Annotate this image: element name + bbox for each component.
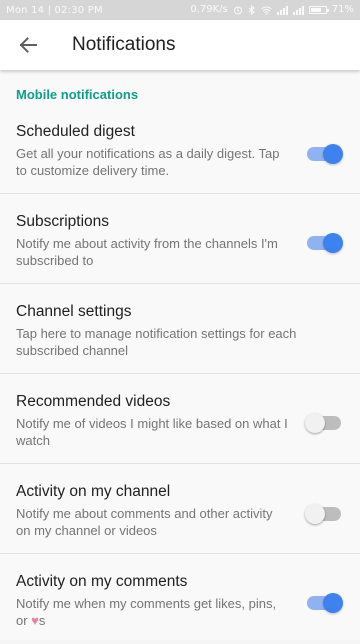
section-header: Mobile notifications xyxy=(16,87,139,102)
toggle-knob xyxy=(305,504,325,524)
network-speed: 0.79K/s xyxy=(190,4,228,15)
setting-title: Channel settings xyxy=(16,303,132,320)
setting-channel-settings[interactable]: Channel settings Tap here to manage noti… xyxy=(0,284,360,374)
status-icons: 0.79K/s 71% xyxy=(190,5,354,15)
setting-recommended-videos[interactable]: Recommended videos Notify me of videos I… xyxy=(0,374,360,464)
setting-description: Notify me about comments and other activ… xyxy=(16,506,273,538)
wifi-icon xyxy=(260,6,272,15)
setting-description: Notify me when my comments get likes, pi… xyxy=(16,595,290,629)
setting-title: Scheduled digest xyxy=(16,123,135,140)
setting-activity-my-channel[interactable]: Activity on my channel Notify me about c… xyxy=(0,464,360,554)
toggle-knob xyxy=(323,144,343,164)
toggle-knob xyxy=(323,233,343,253)
setting-description: Get all your notifications as a daily di… xyxy=(16,146,280,178)
signal-icon xyxy=(276,5,288,15)
setting-title: Recommended videos xyxy=(16,393,171,410)
recommended-videos-toggle[interactable] xyxy=(305,413,341,433)
heart-icon: ♥ xyxy=(31,613,39,628)
status-time: Mon 14 | 02:30 PM xyxy=(6,4,103,16)
activity-my-comments-toggle[interactable] xyxy=(307,593,343,613)
setting-title: Subscriptions xyxy=(16,213,110,230)
desc-text-suffix: s xyxy=(38,613,46,628)
setting-subscriptions[interactable]: Subscriptions Notify me about activity f… xyxy=(0,194,360,284)
page-title: Notifications xyxy=(72,34,176,55)
desc-text: Notify me when my comments get likes, pi… xyxy=(16,596,277,628)
setting-description: Tap here to manage notification settings… xyxy=(16,326,297,358)
signal-icon-2 xyxy=(292,5,304,15)
setting-title: Activity on my comments xyxy=(16,573,188,590)
app-bar: Notifications xyxy=(0,20,360,70)
battery-percent: 71% xyxy=(331,4,354,15)
setting-description: Notify me of videos I might like based o… xyxy=(16,416,288,448)
alarm-icon xyxy=(233,6,242,15)
settings-content: Mobile notifications Scheduled digest Ge… xyxy=(0,70,360,640)
activity-my-channel-toggle[interactable] xyxy=(305,504,341,524)
setting-title: Activity on my channel xyxy=(16,483,171,500)
toggle-knob xyxy=(305,413,325,433)
setting-activity-my-comments[interactable]: Activity on my comments Notify me when m… xyxy=(0,554,360,644)
bluetooth-icon xyxy=(248,5,255,15)
arrow-back-icon xyxy=(19,37,37,53)
scheduled-digest-toggle[interactable] xyxy=(307,144,343,164)
toggle-knob xyxy=(323,593,343,613)
setting-description: Notify me about activity from the channe… xyxy=(16,236,278,268)
battery-fill xyxy=(310,8,321,12)
back-button[interactable] xyxy=(0,20,56,70)
battery-icon xyxy=(308,6,329,14)
subscriptions-toggle[interactable] xyxy=(307,233,343,253)
status-bar: Mon 14 | 02:30 PM 0.79K/s 71% xyxy=(0,0,360,20)
setting-scheduled-digest[interactable]: Scheduled digest Get all your notificati… xyxy=(0,102,360,194)
